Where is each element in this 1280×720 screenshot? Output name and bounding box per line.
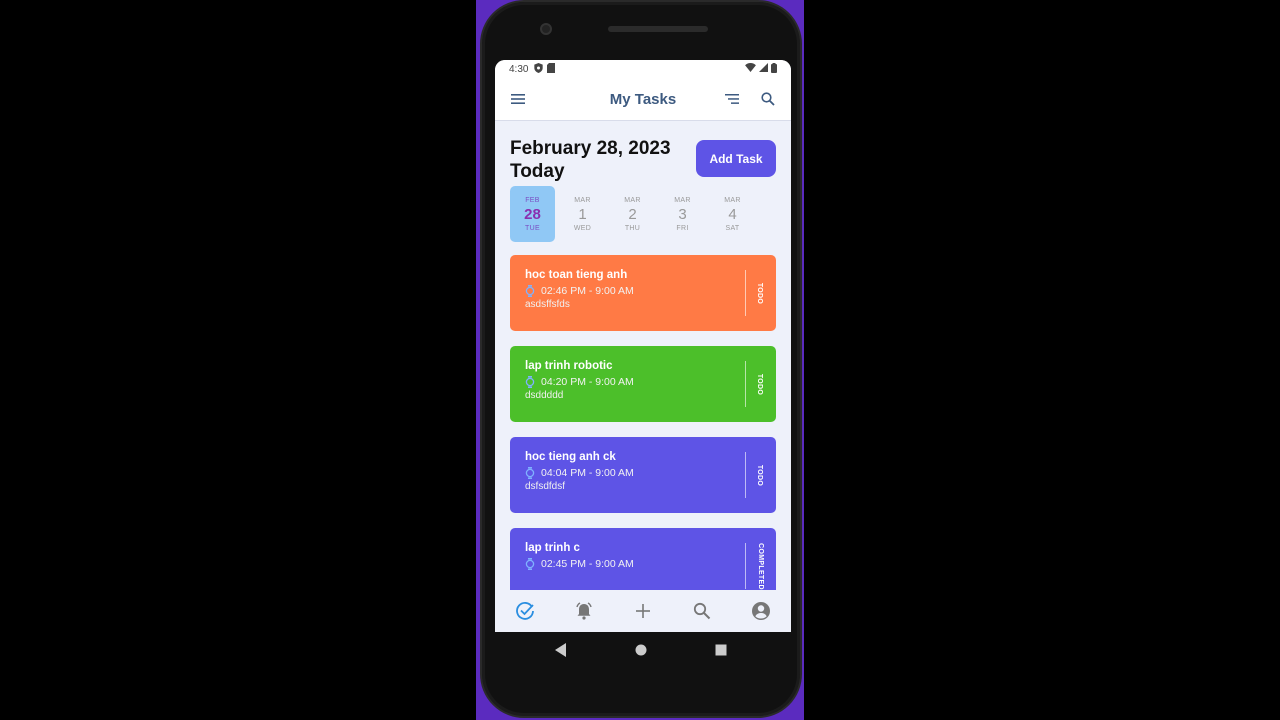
search-icon[interactable] xyxy=(691,600,713,622)
today-label: Today xyxy=(510,161,565,182)
clock-icon xyxy=(525,467,535,479)
date-item[interactable]: MAR 2 THU xyxy=(610,186,655,242)
task-note: dsfsdfdsf xyxy=(525,481,566,492)
plus-icon[interactable] xyxy=(632,600,654,622)
back-icon[interactable] xyxy=(552,641,570,659)
task-time: 02:45 PM - 9:00 AM xyxy=(541,558,634,570)
stage: 4:30 My Tasks February 28, 2023 Today Ad… xyxy=(0,0,1280,720)
task-status: TODO xyxy=(756,282,764,304)
task-status: TODO xyxy=(756,464,764,486)
speaker-grille xyxy=(608,26,708,32)
battery-icon xyxy=(771,62,777,76)
task-card[interactable]: hoc tieng anh ck 04:04 PM - 9:00 AM dsfs… xyxy=(510,437,776,513)
task-list: hoc toan tieng anh 02:46 PM - 9:00 AM as… xyxy=(510,255,776,590)
task-status: TODO xyxy=(756,373,764,395)
task-title: lap trinh robotic xyxy=(525,360,613,372)
signal-icon xyxy=(759,63,768,75)
menu-icon[interactable] xyxy=(509,90,527,108)
sd-card-icon xyxy=(547,62,556,76)
account-icon[interactable] xyxy=(750,600,772,622)
task-status: COMPLETED xyxy=(756,542,764,590)
bell-icon[interactable] xyxy=(573,600,595,622)
status-bar: 4:30 xyxy=(495,60,791,78)
date-item[interactable]: MAR 4 SAT xyxy=(710,186,755,242)
shield-icon xyxy=(534,62,544,76)
task-note: asdsffsfds xyxy=(525,299,570,310)
task-title: lap trinh c xyxy=(525,542,580,554)
screen: 4:30 My Tasks February 28, 2023 Today Ad… xyxy=(495,60,791,632)
app-bar: My Tasks xyxy=(495,78,791,121)
current-date: February 28, 2023 xyxy=(510,138,671,159)
task-note: dsddddd xyxy=(525,390,564,401)
bottom-nav xyxy=(495,590,791,632)
task-content: February 28, 2023 Today Add Task FEB 28 … xyxy=(495,121,791,590)
task-card[interactable]: lap trinh c 02:45 PM - 9:00 AM COMPLETED xyxy=(510,528,776,590)
task-card[interactable]: lap trinh robotic 04:20 PM - 9:00 AM dsd… xyxy=(510,346,776,422)
system-nav-bar xyxy=(482,638,800,662)
search-icon[interactable] xyxy=(759,90,777,108)
clock-icon xyxy=(525,376,535,388)
sort-icon[interactable] xyxy=(723,90,741,108)
clock-icon xyxy=(525,558,535,570)
status-time: 4:30 xyxy=(509,63,529,75)
date-item[interactable]: MAR 3 FRI xyxy=(660,186,705,242)
date-item[interactable]: FEB 28 TUE xyxy=(510,186,555,242)
date-picker: FEB 28 TUE MAR 1 WED MAR 2 THU MAR 3 FRI… xyxy=(510,186,776,242)
clock-icon xyxy=(525,285,535,297)
task-card[interactable]: hoc toan tieng anh 02:46 PM - 9:00 AM as… xyxy=(510,255,776,331)
recents-icon[interactable] xyxy=(712,641,730,659)
task-title: hoc toan tieng anh xyxy=(525,269,628,281)
check-circle-icon[interactable] xyxy=(514,600,536,622)
task-title: hoc tieng anh ck xyxy=(525,451,616,463)
task-time: 04:20 PM - 9:00 AM xyxy=(541,376,634,388)
add-task-button[interactable]: Add Task xyxy=(696,140,776,177)
date-header: February 28, 2023 Today Add Task xyxy=(510,137,776,183)
wifi-icon xyxy=(745,63,756,75)
date-item[interactable]: MAR 1 WED xyxy=(560,186,605,242)
camera-icon xyxy=(540,23,552,35)
task-time: 04:04 PM - 9:00 AM xyxy=(541,467,634,479)
task-time: 02:46 PM - 9:00 AM xyxy=(541,285,634,297)
home-icon[interactable] xyxy=(632,641,650,659)
phone-frame: 4:30 My Tasks February 28, 2023 Today Ad… xyxy=(480,0,802,718)
